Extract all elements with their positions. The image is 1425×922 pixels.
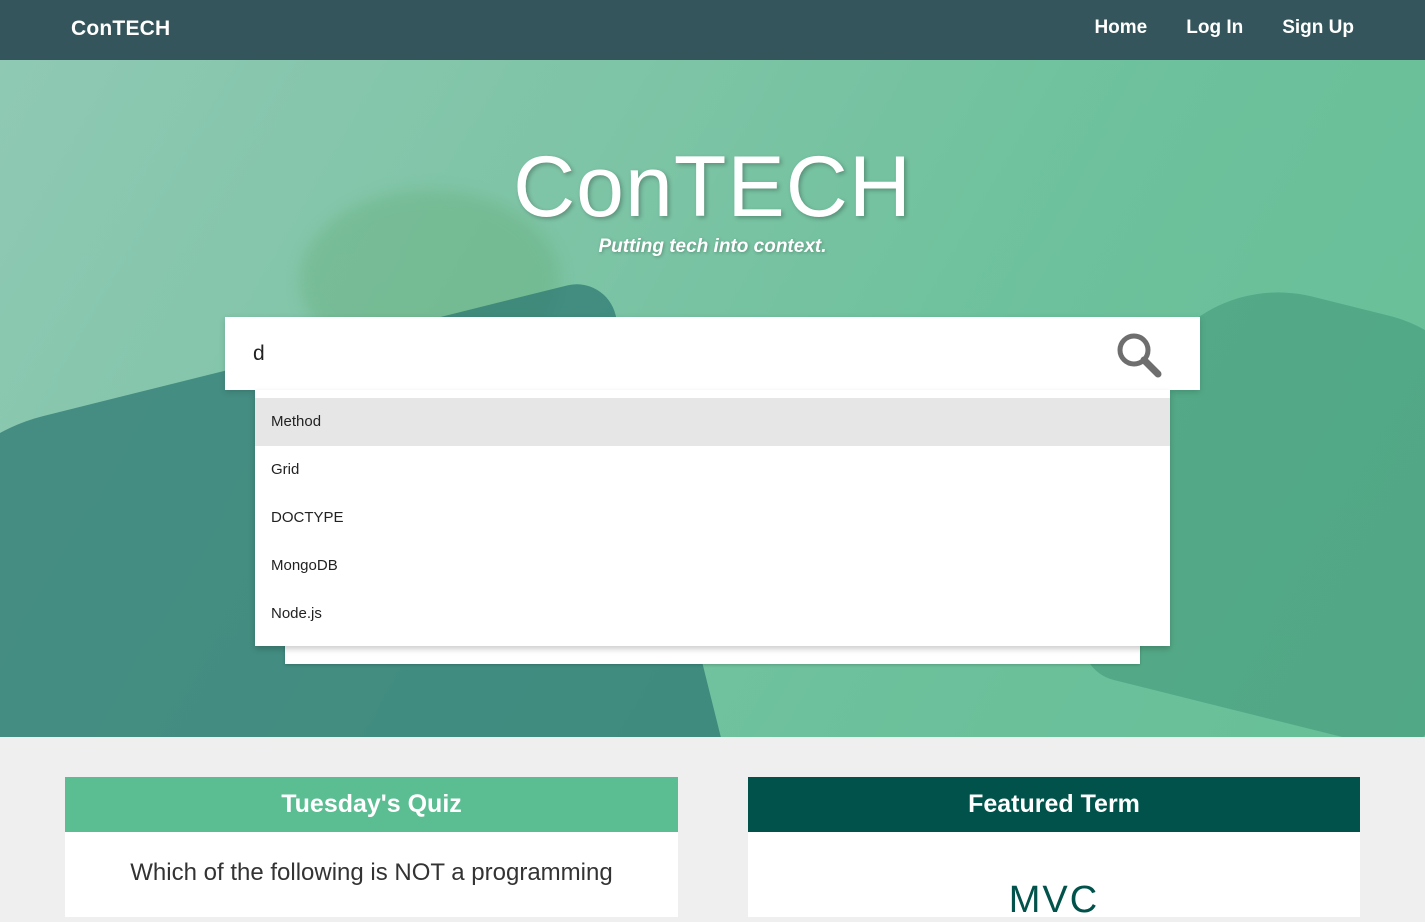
hero-subtitle: Putting tech into context. — [598, 236, 827, 257]
nav-link-signup[interactable]: Sign Up — [1282, 17, 1354, 39]
search-box — [225, 317, 1200, 390]
autocomplete-item-mongodb[interactable]: MongoDB — [255, 542, 1170, 590]
search-icon[interactable] — [1115, 331, 1163, 379]
quiz-card: Tuesday's Quiz Which of the following is… — [65, 777, 678, 917]
featured-term-header: Featured Term — [748, 777, 1360, 832]
navbar: ConTECH Home Log In Sign Up — [0, 0, 1425, 60]
autocomplete-item-method[interactable]: Method — [255, 398, 1170, 446]
autocomplete-item-doctype[interactable]: DOCTYPE — [255, 494, 1170, 542]
autocomplete-item-nodejs[interactable]: Node.js — [255, 590, 1170, 638]
search-input[interactable] — [253, 317, 1113, 390]
nav-links: Home Log In Sign Up — [1094, 17, 1354, 39]
hero-title: ConTECH — [513, 139, 912, 235]
autocomplete-item-grid[interactable]: Grid — [255, 446, 1170, 494]
featured-term-card: Featured Term MVC — [748, 777, 1360, 921]
quiz-card-header: Tuesday's Quiz — [65, 777, 678, 832]
brand-logo[interactable]: ConTECH — [71, 17, 170, 41]
autocomplete-dropdown: Method Grid DOCTYPE MongoDB Node.js — [255, 390, 1170, 646]
quiz-question: Which of the following is NOT a programm… — [130, 859, 613, 886]
nav-link-home[interactable]: Home — [1094, 17, 1147, 39]
featured-term-name[interactable]: MVC — [748, 879, 1360, 922]
nav-link-login[interactable]: Log In — [1186, 17, 1243, 39]
